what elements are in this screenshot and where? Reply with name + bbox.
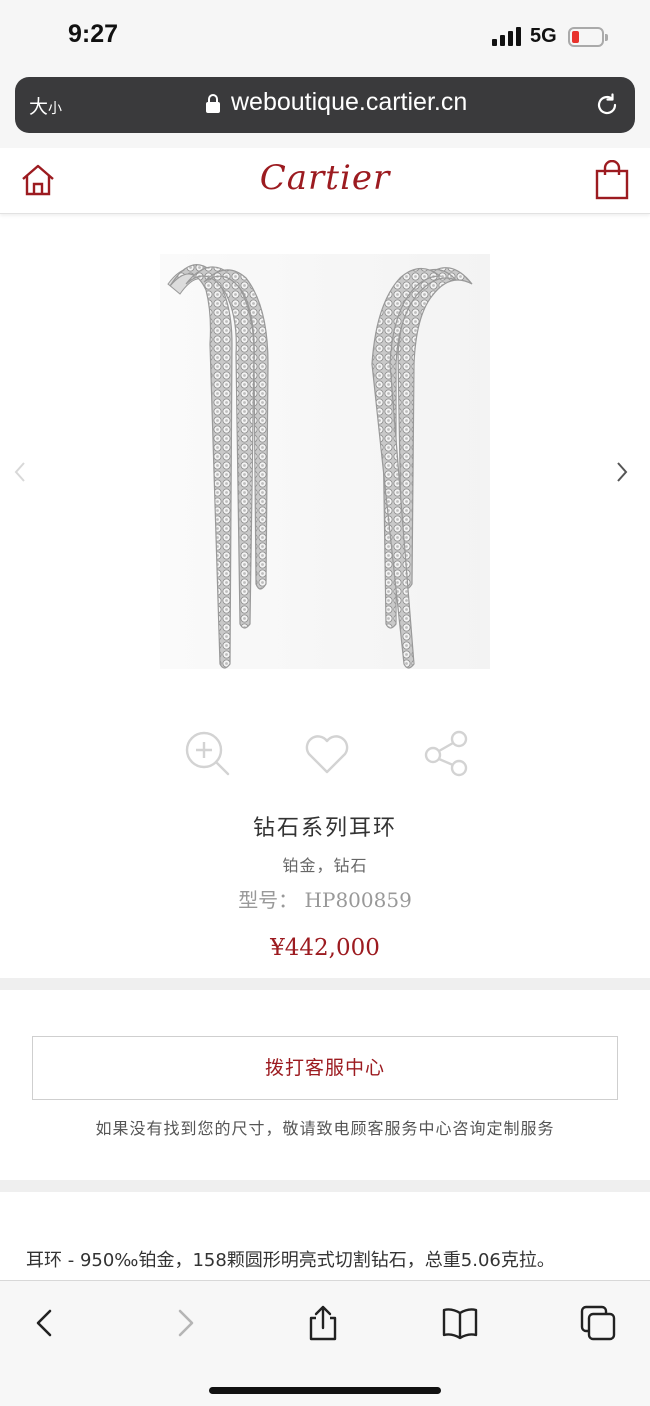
reload-icon[interactable] <box>593 91 621 119</box>
gallery-prev-icon[interactable] <box>10 457 30 487</box>
battery-icon <box>568 27 608 47</box>
earrings-image <box>160 254 490 669</box>
heart-icon[interactable] <box>302 728 352 778</box>
section-divider <box>0 1180 650 1192</box>
product-material: 铂金，钻石 <box>282 856 368 875</box>
product-description: 耳环 - 950‰铂金，158颗圆形明亮式切割钻石，总重5.06克拉。 <box>26 1250 555 1271</box>
product-actions <box>0 728 650 788</box>
browser-address-area: 大小 weboutique.cartier.cn <box>0 72 650 148</box>
cartier-logo[interactable]: Cartier <box>0 158 650 198</box>
service-note: 如果没有找到您的尺寸，敬请致电顾客服务中心咨询定制服务 <box>95 1119 555 1138</box>
product-gallery[interactable] <box>0 214 650 714</box>
product-price: ¥442,000 <box>270 935 380 961</box>
back-icon[interactable] <box>26 1305 62 1341</box>
call-service-button[interactable]: 拨打客服中心 <box>32 1036 618 1100</box>
browser-toolbar <box>0 1280 650 1406</box>
section-divider <box>0 978 650 990</box>
lock-icon <box>206 94 220 113</box>
signal-icon <box>492 26 522 46</box>
site-header: Cartier <box>0 148 650 214</box>
text-size-label-small: 小 <box>48 101 63 117</box>
url-text[interactable]: weboutique.cartier.cn <box>231 88 467 117</box>
product-name: 钻石系列耳环 <box>252 816 397 841</box>
text-size-label: 大 <box>29 96 49 118</box>
status-time: 9:27 <box>68 20 119 48</box>
share-icon[interactable] <box>422 728 472 778</box>
text-size-button[interactable]: 大小 <box>29 92 62 119</box>
address-bar[interactable]: 大小 weboutique.cartier.cn <box>15 77 635 133</box>
gallery-next-icon[interactable] <box>612 457 632 487</box>
tabs-icon[interactable] <box>580 1305 616 1341</box>
zoom-icon[interactable] <box>182 728 232 778</box>
product-reference: 型号： HP800859 <box>238 888 412 912</box>
bookmarks-icon[interactable] <box>442 1305 478 1341</box>
home-indicator <box>209 1387 441 1394</box>
status-bar: 9:27 5G <box>0 0 650 72</box>
forward-icon[interactable] <box>168 1305 204 1341</box>
network-type: 5G <box>530 25 557 47</box>
shopping-bag-icon[interactable] <box>594 160 630 200</box>
share-icon[interactable] <box>305 1305 341 1341</box>
